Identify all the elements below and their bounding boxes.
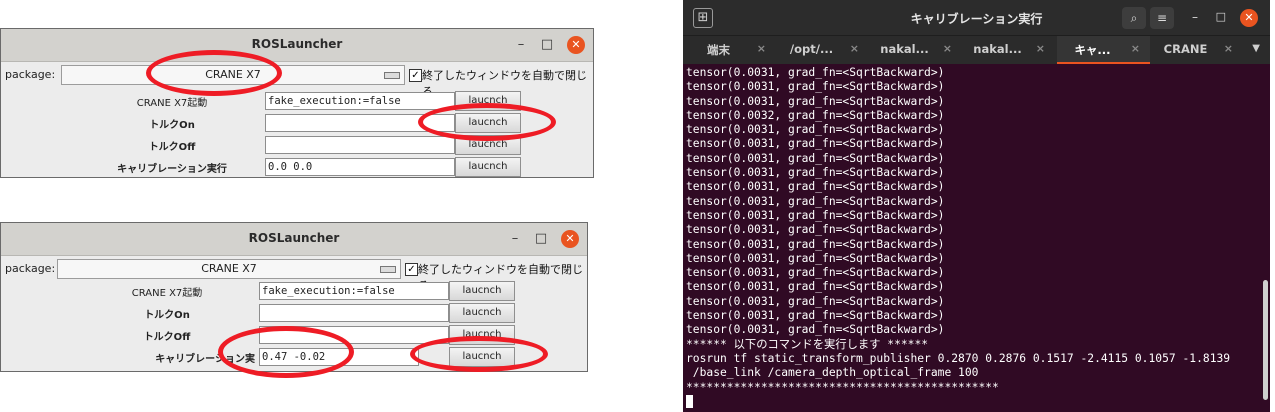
scrollbar[interactable] (1263, 280, 1268, 400)
search-icon[interactable]: ⌕ (1122, 7, 1146, 29)
terminal-line: tensor(0.0031, grad_fn=<SqrtBackward>) (686, 309, 945, 323)
package-select-value: CRANE X7 (201, 262, 257, 275)
tab-close-icon[interactable]: × (850, 42, 859, 55)
terminal-line: tensor(0.0031, grad_fn=<SqrtBackward>) (686, 151, 945, 165)
window-title: ROSLauncher (251, 37, 343, 51)
terminal-line: tensor(0.0031, grad_fn=<SqrtBackward>) (686, 280, 945, 294)
terminal-line: tensor(0.0031, grad_fn=<SqrtBackward>) (686, 66, 945, 79)
terminal-line: ****************************************… (686, 380, 999, 394)
terminal-line: tensor(0.0031, grad_fn=<SqrtBackward>) (686, 123, 945, 137)
terminal-line: tensor(0.0031, grad_fn=<SqrtBackward>) (686, 323, 945, 337)
terminal-line: tensor(0.0031, grad_fn=<SqrtBackward>) (686, 137, 945, 151)
args-input[interactable]: fake_execution:=false (259, 282, 449, 300)
terminal-line: tensor(0.0031, grad_fn=<SqrtBackward>) (686, 294, 945, 308)
tab-label: /opt/... (789, 42, 834, 56)
terminal-line: tensor(0.0031, grad_fn=<SqrtBackward>) (686, 166, 945, 180)
tab-label: キャ... (1074, 43, 1111, 57)
maximize-button[interactable]: □ (537, 35, 557, 55)
tab-crane[interactable]: CRANE × (1150, 36, 1243, 64)
terminal-output[interactable]: tensor(0.0031, grad_fn=<SqrtBackward>) te… (686, 66, 1256, 410)
row-label: キャリブレーション実行 (117, 164, 227, 175)
tab-calibration[interactable]: キャ... × (1057, 36, 1150, 64)
terminal-line: tensor(0.0031, grad_fn=<SqrtBackward>) (686, 251, 945, 265)
highlight-oval (218, 326, 354, 378)
highlight-oval (418, 103, 556, 141)
tab-close-icon[interactable]: × (1036, 42, 1045, 55)
launch-row-torque-on: トルクOn laucnch (1, 303, 587, 324)
tab-label: 端末 (707, 43, 730, 57)
row-label: CRANE X7起動 (136, 98, 208, 109)
terminal-line: tensor(0.0031, grad_fn=<SqrtBackward>) (686, 194, 945, 208)
tab-terminal[interactable]: 端末 × (683, 36, 776, 64)
tab-label: nakal... (880, 42, 929, 56)
package-row: package: CRANE X7 ✓ 終了したウィンドウを自動で閉じる (1, 257, 587, 292)
tab-close-icon[interactable]: × (1131, 42, 1140, 55)
autoclose-checkbox[interactable]: ✓ (409, 69, 422, 82)
package-label: package: (5, 68, 56, 81)
dropdown-icon (380, 266, 396, 273)
terminal-line: ****** 以下のコマンドを実行します ****** (686, 337, 929, 351)
minimize-button[interactable]: – (505, 229, 525, 249)
tab-nakal-2[interactable]: nakal... × (962, 36, 1055, 64)
terminal-title: キャリブレーション実行 (910, 12, 1043, 26)
package-label: package: (5, 262, 56, 275)
close-button[interactable]: ✕ (561, 230, 579, 248)
terminal-line: /base_link /camera_depth_optical_frame 1… (686, 366, 979, 380)
close-button[interactable]: ✕ (1240, 9, 1258, 27)
row-label: トルクOn (144, 310, 190, 321)
title-bar[interactable]: ROSLauncher – □ ✕ (1, 29, 593, 62)
text-cursor (686, 394, 693, 408)
terminal-line: tensor(0.0031, grad_fn=<SqrtBackward>) (686, 180, 945, 194)
dropdown-icon (384, 72, 400, 79)
maximize-button[interactable]: □ (1216, 10, 1226, 23)
minimize-button[interactable]: – (511, 35, 531, 55)
terminal-prompt[interactable] (686, 394, 1256, 410)
highlight-oval (410, 336, 548, 372)
tab-nakal-1[interactable]: nakal... × (869, 36, 962, 64)
args-input[interactable]: 0.0 0.0 (265, 158, 455, 176)
args-input[interactable]: fake_execution:=false (265, 92, 455, 110)
launch-row-calibration: キャリブレーション実行 0.0 0.0 laucnch (1, 157, 593, 177)
tab-bar: 端末 × /opt/... × nakal... × nakal... × キャ… (683, 35, 1270, 64)
terminal-line: tensor(0.0031, grad_fn=<SqrtBackward>) (686, 208, 945, 222)
terminal-line: tensor(0.0031, grad_fn=<SqrtBackward>) (686, 94, 945, 108)
terminal-line: tensor(0.0031, grad_fn=<SqrtBackward>) (686, 237, 945, 251)
package-select[interactable]: CRANE X7 (57, 259, 401, 279)
terminal-window: ⊞ キャリブレーション実行 ⌕ ≡ – □ ✕ 端末 × /opt/... × … (683, 0, 1270, 412)
tab-label: nakal... (973, 42, 1022, 56)
window-title: ROSLauncher (248, 231, 340, 245)
minimize-button[interactable]: – (1192, 10, 1198, 24)
package-row: package: CRANE X7 ✓ 終了したウィンドウを自動で閉じる (1, 63, 593, 98)
highlight-oval (146, 50, 282, 96)
tab-label: CRANE (1163, 42, 1208, 56)
close-button[interactable]: ✕ (567, 36, 585, 54)
autoclose-checkbox[interactable]: ✓ (405, 263, 418, 276)
row-label: CRANE X7起動 (131, 288, 203, 299)
tab-close-icon[interactable]: × (757, 42, 766, 55)
args-input[interactable] (259, 304, 449, 322)
hamburger-menu-icon[interactable]: ≡ (1150, 7, 1174, 29)
maximize-button[interactable]: □ (531, 229, 551, 249)
tab-close-icon[interactable]: × (943, 42, 952, 55)
launch-button[interactable]: laucnch (449, 303, 515, 323)
args-input[interactable] (265, 136, 455, 154)
launch-button[interactable]: laucnch (455, 157, 521, 177)
tab-opt[interactable]: /opt/... × (776, 36, 869, 64)
tab-menu-icon[interactable]: ▼ (1252, 43, 1260, 54)
terminal-title-bar[interactable]: ⊞ キャリブレーション実行 ⌕ ≡ – □ ✕ (683, 0, 1270, 35)
title-bar[interactable]: ROSLauncher – □ ✕ (1, 223, 587, 256)
launch-button[interactable]: laucnch (449, 281, 515, 301)
terminal-line: tensor(0.0031, grad_fn=<SqrtBackward>) (686, 223, 945, 237)
launch-row-crane-x7: CRANE X7起動 fake_execution:=false laucnch (1, 281, 587, 302)
terminal-line: tensor(0.0032, grad_fn=<SqrtBackward>) (686, 108, 945, 122)
terminal-line: rosrun tf static_transform_publisher 0.2… (686, 351, 1231, 365)
terminal-line: tensor(0.0031, grad_fn=<SqrtBackward>) (686, 266, 945, 280)
row-label: トルクOn (149, 120, 195, 131)
row-label: トルクOff (148, 142, 196, 153)
tab-close-icon[interactable]: × (1224, 42, 1233, 55)
terminal-line: tensor(0.0031, grad_fn=<SqrtBackward>) (686, 80, 945, 94)
